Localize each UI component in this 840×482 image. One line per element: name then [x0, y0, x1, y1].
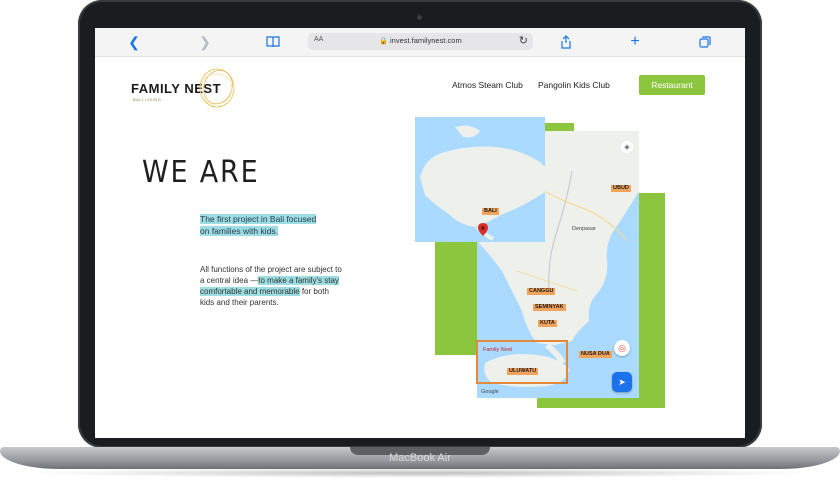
compass-icon[interactable]: ◈ [621, 141, 633, 153]
map-label-kuta: KUTA [538, 320, 557, 327]
address-bar[interactable]: AA 🔒 invest.familynest.com ↻ [308, 33, 533, 50]
body-text: All functions of the project are subject… [200, 264, 345, 308]
url-value: invest.familynest.com [390, 36, 462, 45]
device-label: MacBook Air [389, 452, 451, 464]
map-label-canggu: CANGGU [527, 288, 556, 295]
url-text: 🔒 invest.familynest.com [308, 36, 533, 45]
page-title: WE ARE [142, 155, 260, 190]
lock-icon: 🔒 [379, 38, 388, 45]
my-location-icon[interactable]: ◎ [614, 340, 630, 356]
logo-subtitle: BALI LIVING [133, 97, 162, 102]
intro-text: The first project in Bali focused on fam… [200, 213, 318, 237]
nav-pangolin-kids-club[interactable]: Pangolin Kids Club [538, 80, 610, 90]
share-icon[interactable] [558, 34, 574, 50]
map-label-ubud: UBUD [611, 185, 631, 192]
intro-highlight: The first project in Bali focused on fam… [200, 214, 317, 236]
nav-atmos-steam-club[interactable]: Atmos Steam Club [452, 80, 523, 90]
logo-circle-icon [199, 68, 235, 108]
map-label-bali: BALI [482, 208, 499, 215]
chevron-right-icon[interactable]: ❯ [198, 34, 212, 50]
map-inset[interactable]: BALI [415, 117, 545, 242]
map-label-uluwatu: ULUWATU [507, 368, 539, 375]
map-text-family-nest: Family Nest [483, 347, 513, 353]
reload-icon[interactable]: ↻ [519, 34, 528, 47]
site-logo[interactable]: FAMILY NEST BALI LIVING [131, 66, 241, 118]
directions-icon[interactable]: ➤ [612, 372, 632, 392]
tabs-icon[interactable] [697, 34, 713, 50]
map-label-nusa-dua: NUSA DUA [579, 351, 612, 358]
map-pin-icon [478, 223, 488, 236]
map-label-seminyak: SEMINYAK [533, 304, 566, 311]
laptop-shadow [20, 468, 820, 478]
screen: ❮ ❯ AA 🔒 invest.familynest.com ↻ + FAMILY… [95, 28, 745, 438]
book-icon[interactable] [265, 34, 281, 50]
map-text-google: Google [481, 389, 499, 395]
chevron-left-icon[interactable]: ❮ [127, 34, 141, 50]
restaurant-button[interactable]: Restaurant [639, 75, 705, 95]
camera-icon [417, 15, 422, 20]
browser-toolbar: ❮ ❯ AA 🔒 invest.familynest.com ↻ + [95, 28, 745, 57]
map-text-denpasar: Denpasar [572, 226, 596, 232]
plus-icon[interactable]: + [627, 33, 643, 50]
